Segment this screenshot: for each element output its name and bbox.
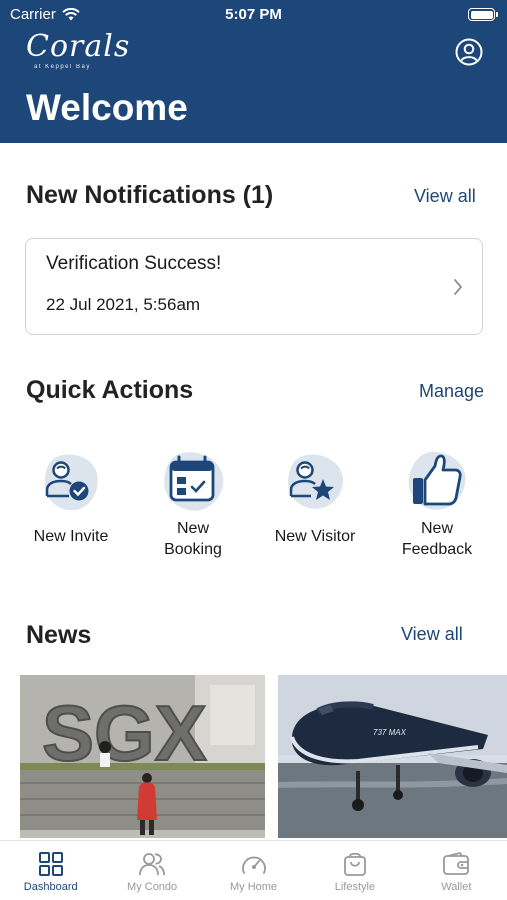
- person-check-icon: [37, 448, 105, 516]
- page-title: Welcome: [26, 87, 188, 128]
- news-heading: News: [26, 621, 92, 649]
- chevron-right-icon: [454, 279, 463, 295]
- news-view-all-link[interactable]: View all: [401, 624, 463, 645]
- calendar-check-icon: [159, 448, 227, 516]
- gauge-icon: [241, 856, 266, 874]
- app-logo: Corals at Keppel Bay: [26, 29, 131, 71]
- quick-action-new-invite[interactable]: New Invite: [11, 448, 131, 547]
- quick-action-label: New Visitor: [274, 528, 356, 545]
- tab-lifestyle[interactable]: Lifestyle: [304, 841, 405, 900]
- tab-label: Dashboard: [23, 881, 78, 893]
- tab-bar: Dashboard My Condo My Home Lifestyle Wal…: [0, 840, 507, 900]
- notification-title: Verification Success!: [46, 253, 222, 274]
- tab-wallet[interactable]: Wallet: [406, 841, 507, 900]
- app-header: Carrier 5:07 PM Corals at Keppel Bay Wel…: [0, 0, 507, 143]
- quick-action-new-feedback[interactable]: New Feedback: [377, 448, 497, 560]
- tab-label: Lifestyle: [334, 881, 376, 893]
- tab-my-condo[interactable]: My Condo: [101, 841, 202, 900]
- quick-action-new-visitor[interactable]: New Visitor: [255, 448, 375, 547]
- tab-dashboard[interactable]: Dashboard: [0, 841, 101, 900]
- status-time: 5:07 PM: [225, 6, 282, 23]
- notifications-heading: New Notifications (1): [26, 181, 274, 209]
- quick-action-label: New Booking: [164, 520, 222, 558]
- news-card-boeing[interactable]: 737 MAX: [278, 675, 507, 838]
- quick-action-label: New Feedback: [401, 520, 473, 558]
- tab-label: Wallet: [441, 881, 472, 893]
- news-image-sgx: SGX: [20, 675, 265, 838]
- profile-icon[interactable]: [455, 38, 483, 66]
- tab-label: My Home: [229, 881, 278, 893]
- status-bar: Carrier 5:07 PM: [0, 0, 507, 30]
- bag-icon: [344, 852, 366, 876]
- notifications-view-all-link[interactable]: View all: [414, 186, 476, 207]
- notification-card[interactable]: Verification Success! 22 Jul 2021, 5:56a…: [25, 238, 483, 335]
- news-card-sgx[interactable]: SGX: [20, 675, 265, 838]
- thumbs-up-icon: [403, 448, 471, 516]
- wallet-icon: [443, 851, 470, 875]
- quick-actions-manage-link[interactable]: Manage: [419, 381, 484, 402]
- people-icon: [139, 853, 166, 876]
- quick-action-new-booking[interactable]: New Booking: [133, 448, 253, 560]
- quick-action-label: New Invite: [33, 528, 109, 545]
- tab-label: My Condo: [127, 881, 178, 893]
- tab-my-home[interactable]: My Home: [203, 841, 304, 900]
- svg-text:737 MAX: 737 MAX: [373, 728, 407, 737]
- news-image-boeing: 737 MAX: [278, 675, 507, 838]
- grid-icon: [38, 852, 63, 876]
- battery-icon: [468, 8, 498, 21]
- person-star-icon: [281, 448, 349, 516]
- logo-tagline: at Keppel Bay: [34, 64, 91, 70]
- logo-wordmark: Corals: [26, 29, 131, 64]
- notification-time: 22 Jul 2021, 5:56am: [46, 295, 201, 314]
- quick-actions-heading: Quick Actions: [26, 376, 194, 404]
